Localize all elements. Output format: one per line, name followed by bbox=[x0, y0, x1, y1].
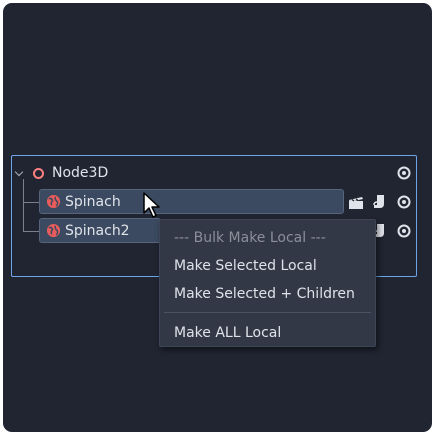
eye-icon[interactable] bbox=[397, 195, 411, 209]
tree-row-root[interactable]: Node3D bbox=[12, 160, 416, 186]
menu-item-make-selected-children[interactable]: Make Selected + Children bbox=[174, 286, 355, 302]
chevron-down-icon[interactable] bbox=[14, 167, 24, 177]
tree-item-label: Node3D bbox=[52, 165, 109, 181]
globe-icon bbox=[46, 223, 61, 238]
tree-item-label: Spinach2 bbox=[65, 223, 130, 239]
context-menu[interactable]: --- Bulk Make Local --- Make Selected Lo… bbox=[159, 219, 376, 347]
menu-item-make-selected-local[interactable]: Make Selected Local bbox=[174, 258, 317, 274]
menu-header: --- Bulk Make Local --- bbox=[174, 230, 326, 246]
menu-item-make-all-local[interactable]: Make ALL Local bbox=[174, 325, 281, 341]
eye-icon[interactable] bbox=[397, 166, 411, 180]
tree-item-label: Spinach bbox=[65, 194, 121, 210]
node3d-icon bbox=[33, 168, 44, 179]
scene-icon[interactable] bbox=[348, 196, 364, 210]
selection-highlight: Spinach2 bbox=[39, 218, 161, 243]
eye-icon[interactable] bbox=[397, 224, 411, 238]
mouse-cursor-icon bbox=[143, 192, 160, 218]
tree-row-child[interactable]: Spinach bbox=[12, 189, 416, 215]
selection-highlight: Spinach bbox=[39, 189, 344, 214]
menu-separator bbox=[164, 312, 371, 313]
script-icon[interactable] bbox=[373, 195, 385, 209]
globe-icon bbox=[46, 194, 61, 209]
